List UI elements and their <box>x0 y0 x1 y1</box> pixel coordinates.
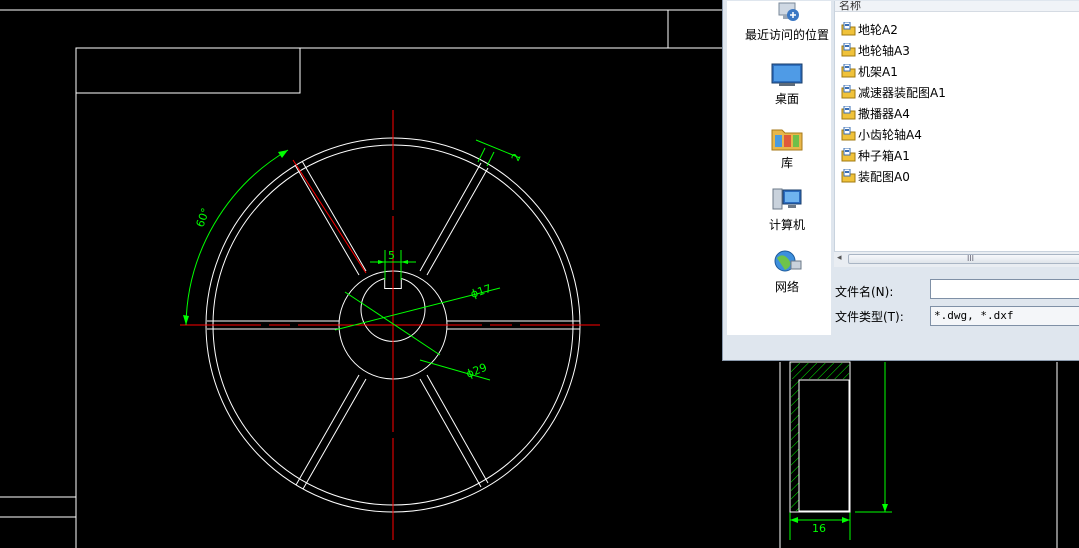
dim-keyway-text: 5 <box>388 249 395 262</box>
network-icon <box>774 250 802 272</box>
scroll-left-icon[interactable]: ◂ <box>837 253 842 263</box>
file-item[interactable]: 地轮A2 <box>841 20 898 40</box>
file-item[interactable]: 地轮轴A3 <box>841 41 910 61</box>
file-name: 装配图A0 <box>858 170 910 184</box>
dwg-file-icon <box>841 126 856 141</box>
place-label: 库 <box>780 156 793 170</box>
open-file-dialog: 最近访问的位置 桌面 库 计算机 网络 名称 地轮A2 地轮轴A3 机架A1 减… <box>722 0 1079 361</box>
computer-icon <box>772 188 802 210</box>
place-network[interactable]: 网络 <box>727 249 847 295</box>
file-item[interactable]: 减速器装配图A1 <box>841 83 946 103</box>
file-name: 地轮轴A3 <box>858 44 910 58</box>
dim-angle-text: 60° <box>194 206 213 229</box>
file-item[interactable]: 装配图A0 <box>841 167 910 187</box>
libraries-icon <box>771 129 803 151</box>
place-libraries[interactable]: 库 <box>727 125 847 171</box>
dwg-file-icon <box>841 105 856 120</box>
file-item[interactable]: 机架A1 <box>841 62 898 82</box>
horizontal-scrollbar[interactable]: ◂ III <box>834 251 1079 267</box>
place-label: 桌面 <box>774 92 799 106</box>
place-computer[interactable]: 计算机 <box>727 187 847 233</box>
dim-hub-text: ϕ29 <box>464 361 489 381</box>
dim-bore-text: ϕ17 <box>469 282 493 301</box>
file-name: 地轮A2 <box>858 23 898 37</box>
center-lines <box>180 110 600 540</box>
places-bar: 最近访问的位置 桌面 库 计算机 网络 <box>727 1 831 335</box>
place-label: 计算机 <box>768 218 805 232</box>
dwg-file-icon <box>841 84 856 99</box>
place-label: 网络 <box>774 280 799 294</box>
recent-places-icon <box>778 2 799 21</box>
scrollbar-thumb[interactable]: III <box>848 254 1079 264</box>
file-list[interactable]: 名称 地轮A2 地轮轴A3 机架A1 减速器装配图A1 撒播器A4 小齿轮轴A4… <box>834 1 1079 251</box>
center-line-dashes <box>261 210 520 438</box>
place-recent[interactable]: 最近访问的位置 <box>727 1 847 43</box>
file-name: 减速器装配图A1 <box>858 86 946 100</box>
dwg-file-icon <box>841 147 856 162</box>
wheel-side-view <box>789 361 851 513</box>
file-name: 机架A1 <box>858 65 898 79</box>
dim-width-text: 16 <box>812 522 826 535</box>
file-item[interactable]: 撒播器A4 <box>841 104 910 124</box>
file-name: 小齿轮轴A4 <box>858 128 922 142</box>
filetype-label: 文件类型(T): <box>835 310 904 324</box>
file-name: 种子箱A1 <box>858 149 910 163</box>
place-desktop[interactable]: 桌面 <box>727 63 847 107</box>
file-item[interactable]: 种子箱A1 <box>841 146 910 166</box>
dwg-file-icon <box>841 42 856 57</box>
dwg-file-icon <box>841 21 856 36</box>
dwg-file-icon <box>841 63 856 78</box>
file-item[interactable]: 小齿轮轴A4 <box>841 125 922 145</box>
dwg-file-icon <box>841 168 856 183</box>
desktop-icon <box>771 63 803 86</box>
file-name: 撒播器A4 <box>858 107 910 121</box>
filename-input[interactable] <box>930 279 1079 299</box>
filetype-select[interactable]: *.dwg, *.dxf <box>930 306 1079 326</box>
filename-label: 文件名(N): <box>835 285 894 299</box>
place-label: 最近访问的位置 <box>744 28 829 42</box>
column-header-name[interactable]: 名称 <box>835 1 1079 12</box>
dim-spoke-text: 2 <box>509 151 524 163</box>
